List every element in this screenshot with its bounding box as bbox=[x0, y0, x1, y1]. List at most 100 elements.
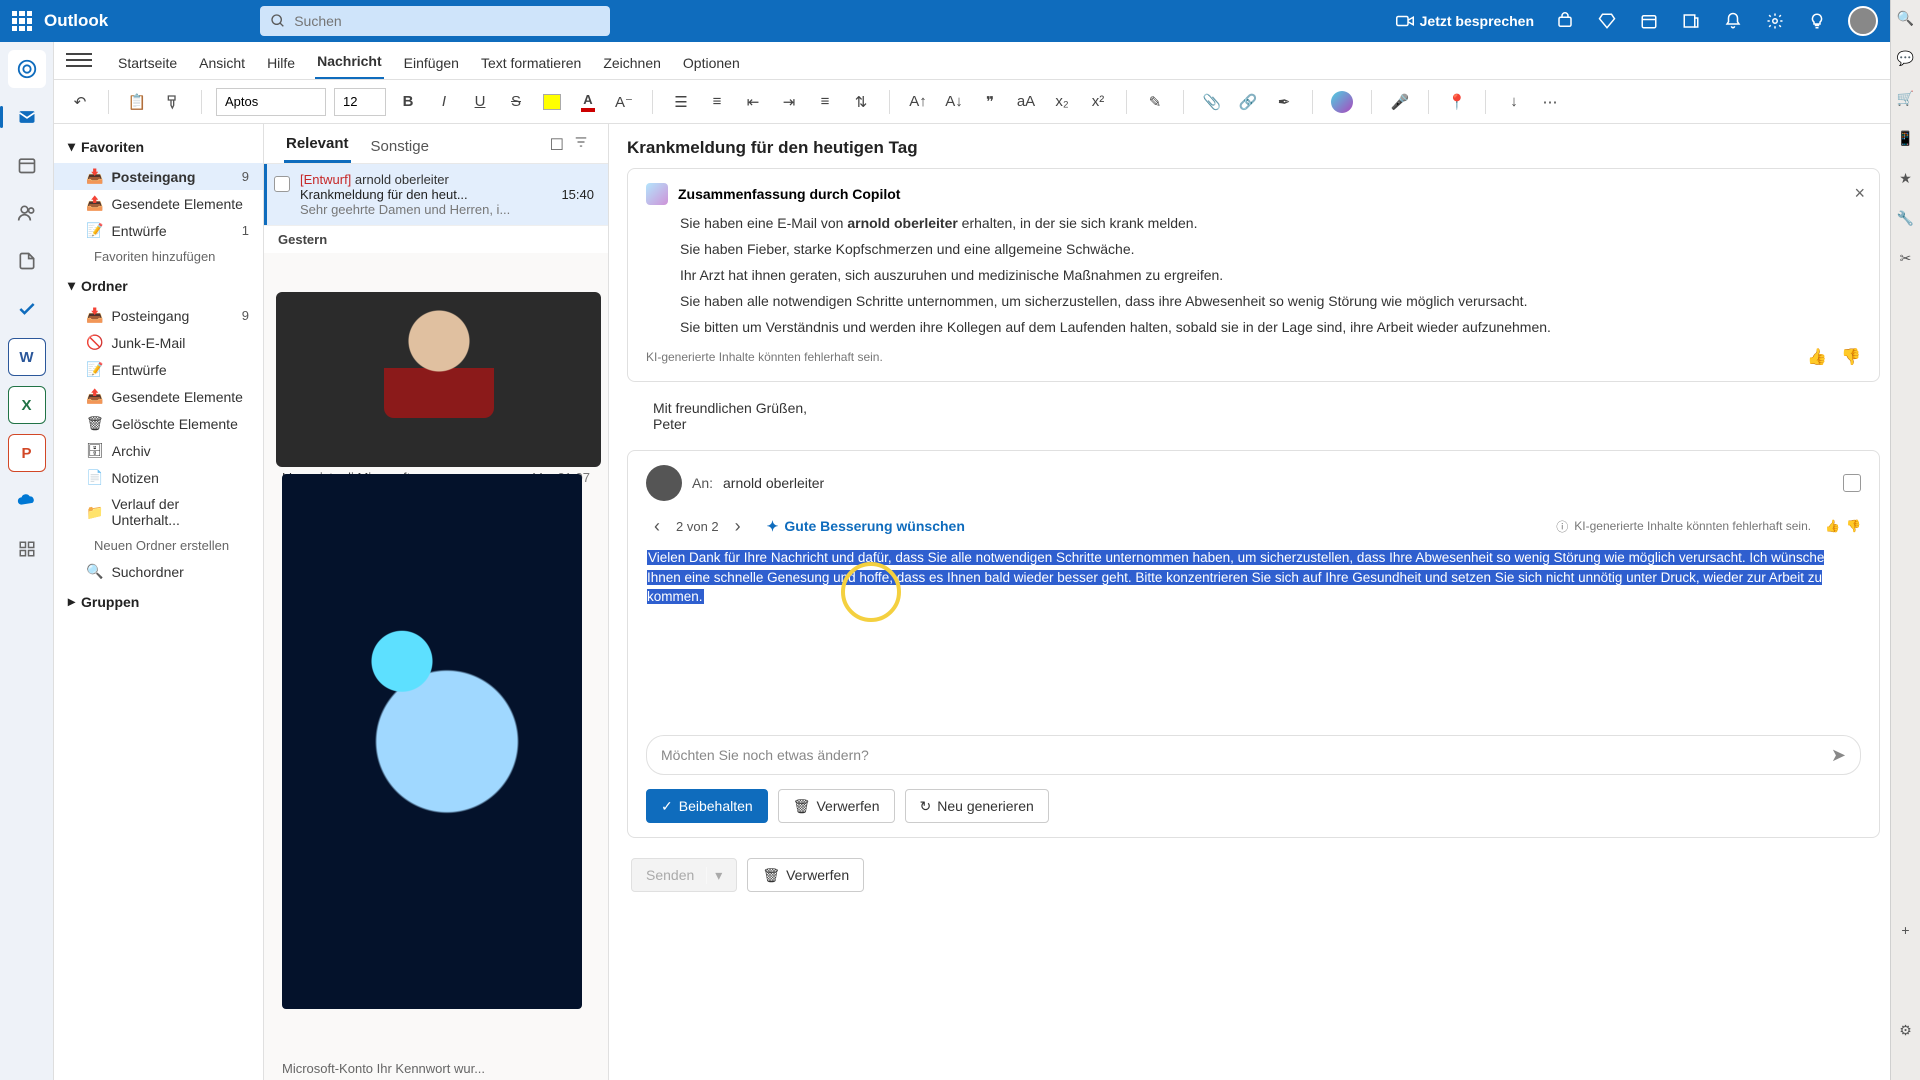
save-draft-button[interactable]: ↓ bbox=[1500, 88, 1528, 116]
thumbs-up-icon[interactable]: 👍 bbox=[1807, 347, 1827, 367]
bullets-button[interactable]: ☰ bbox=[667, 88, 695, 116]
nav-junk[interactable]: 🚫Junk-E-Mail bbox=[54, 329, 263, 356]
superscript-button[interactable]: x² bbox=[1084, 88, 1112, 116]
outdent-button[interactable]: ⇤ bbox=[739, 88, 767, 116]
rail-people-icon[interactable] bbox=[8, 194, 46, 232]
tag-icon[interactable] bbox=[1843, 474, 1861, 492]
focused-tab[interactable]: Relevant bbox=[284, 127, 351, 163]
browser-cart-icon[interactable]: 🛒 bbox=[1896, 88, 1916, 108]
browser-phone-icon[interactable]: 📱 bbox=[1896, 128, 1916, 148]
styles-button[interactable]: ✎ bbox=[1141, 88, 1169, 116]
rail-files-icon[interactable] bbox=[8, 242, 46, 280]
increase-font-button[interactable]: A↑ bbox=[904, 88, 932, 116]
regenerate-button[interactable]: ↻Neu generieren bbox=[905, 789, 1049, 823]
meet-now-button[interactable]: Jetzt besprechen bbox=[1396, 13, 1534, 29]
browser-settings-icon[interactable]: ⚙ bbox=[1896, 1020, 1916, 1040]
nav-sent-2[interactable]: 📤Gesendete Elemente bbox=[54, 383, 263, 410]
font-size-select[interactable]: 12 bbox=[334, 88, 386, 116]
tab-help[interactable]: Hilfe bbox=[265, 47, 297, 79]
browser-add-icon[interactable]: + bbox=[1896, 920, 1916, 940]
prev-suggestion-button[interactable]: ‹ bbox=[646, 515, 668, 537]
undo-button[interactable]: ↶ bbox=[66, 88, 94, 116]
font-color-button[interactable]: A bbox=[574, 88, 602, 116]
filter-icon[interactable] bbox=[574, 135, 588, 155]
settings-icon[interactable] bbox=[1764, 10, 1786, 32]
clear-format-button[interactable]: A⁻ bbox=[610, 88, 638, 116]
thumbs-up-icon[interactable]: 👍 bbox=[1825, 519, 1840, 533]
tab-message[interactable]: Nachricht bbox=[315, 45, 384, 79]
keep-button[interactable]: ✓Beibehalten bbox=[646, 789, 768, 823]
underline-button[interactable]: U bbox=[466, 88, 494, 116]
lightbulb-icon[interactable] bbox=[1806, 10, 1828, 32]
tab-format[interactable]: Text formatieren bbox=[479, 47, 583, 79]
rail-todo-icon[interactable] bbox=[8, 290, 46, 328]
discard-draft-button[interactable]: 🗑Verwerfen bbox=[747, 858, 864, 892]
rail-excel-icon[interactable]: X bbox=[8, 386, 46, 424]
bell-icon[interactable] bbox=[1722, 10, 1744, 32]
browser-chat-icon[interactable]: 💬 bbox=[1896, 48, 1916, 68]
message-checkbox[interactable] bbox=[274, 176, 290, 192]
dictate-button[interactable]: 🎤 bbox=[1386, 88, 1414, 116]
calendar-icon[interactable] bbox=[1638, 10, 1660, 32]
copilot-button[interactable] bbox=[1327, 88, 1357, 116]
nav-add-favorite[interactable]: Favoriten hinzufügen bbox=[54, 244, 263, 269]
message-item-1[interactable]: [Entwurf] arnold oberleiter Krankmeldung… bbox=[264, 164, 608, 226]
thumbs-down-icon[interactable]: 👎 bbox=[1846, 519, 1861, 533]
format-painter-button[interactable] bbox=[159, 88, 187, 116]
nav-inbox-2[interactable]: 📥Posteingang9 bbox=[54, 302, 263, 329]
nav-notes[interactable]: 📄Notizen bbox=[54, 464, 263, 491]
select-all-icon[interactable]: ☐ bbox=[550, 135, 564, 155]
link-button[interactable]: 🔗 bbox=[1234, 88, 1262, 116]
tab-view[interactable]: Ansicht bbox=[197, 47, 247, 79]
rail-home-icon[interactable] bbox=[8, 50, 46, 88]
app-launcher-icon[interactable] bbox=[12, 11, 32, 31]
align-button[interactable]: ≡ bbox=[811, 88, 839, 116]
signature-button[interactable]: ✒ bbox=[1270, 88, 1298, 116]
nav-new-folder[interactable]: Neuen Ordner erstellen bbox=[54, 533, 263, 558]
recipient-chip[interactable]: arnold oberleiter bbox=[723, 475, 824, 491]
nav-drafts-2[interactable]: 📝Entwürfe bbox=[54, 356, 263, 383]
bold-button[interactable]: B bbox=[394, 88, 422, 116]
rail-calendar-icon[interactable] bbox=[8, 146, 46, 184]
next-suggestion-button[interactable]: › bbox=[727, 515, 749, 537]
more-button[interactable]: ⋯ bbox=[1536, 88, 1564, 116]
font-name-select[interactable]: Aptos bbox=[216, 88, 326, 116]
tab-insert[interactable]: Einfügen bbox=[402, 47, 461, 79]
sensitivity-button[interactable]: 📍 bbox=[1443, 88, 1471, 116]
nav-history[interactable]: 📁Verlauf der Unterhalt... bbox=[54, 491, 263, 533]
numbering-button[interactable]: ≡ bbox=[703, 88, 731, 116]
generated-text-area[interactable]: Vielen Dank für Ihre Nachricht und dafür… bbox=[646, 547, 1861, 717]
rail-powerpoint-icon[interactable]: P bbox=[8, 434, 46, 472]
paste-button[interactable]: 📋 bbox=[123, 88, 151, 116]
rail-mail-icon[interactable] bbox=[8, 98, 46, 136]
strike-button[interactable]: S bbox=[502, 88, 530, 116]
tab-draw[interactable]: Zeichnen bbox=[601, 47, 663, 79]
nav-sent[interactable]: 📤Gesendete Elemente bbox=[54, 190, 263, 217]
change-case-button[interactable]: aA bbox=[1012, 88, 1040, 116]
nav-archive[interactable]: 🗄Archiv bbox=[54, 437, 263, 464]
italic-button[interactable]: I bbox=[430, 88, 458, 116]
user-avatar[interactable] bbox=[1848, 6, 1878, 36]
news-icon[interactable] bbox=[1680, 10, 1702, 32]
hamburger-icon[interactable] bbox=[66, 47, 92, 73]
suggestion-chip[interactable]: ✦ Gute Besserung wünschen bbox=[767, 518, 965, 535]
line-spacing-button[interactable]: ⇅ bbox=[847, 88, 875, 116]
indent-button[interactable]: ⇥ bbox=[775, 88, 803, 116]
groups-header[interactable]: ▸Gruppen bbox=[54, 585, 263, 618]
teams-icon[interactable] bbox=[1554, 10, 1576, 32]
other-tab[interactable]: Sonstige bbox=[369, 130, 431, 163]
send-refine-icon[interactable]: ➤ bbox=[1831, 745, 1846, 766]
subscript-button[interactable]: x₂ bbox=[1048, 88, 1076, 116]
browser-clip-icon[interactable]: ✂ bbox=[1896, 248, 1916, 268]
decrease-font-button[interactable]: A↓ bbox=[940, 88, 968, 116]
nav-inbox[interactable]: 📥Posteingang9 bbox=[54, 163, 263, 190]
search-box[interactable] bbox=[260, 6, 610, 36]
folders-header[interactable]: ▾Ordner bbox=[54, 269, 263, 302]
tab-options[interactable]: Optionen bbox=[681, 47, 742, 79]
rail-word-icon[interactable]: W bbox=[8, 338, 46, 376]
discard-button[interactable]: 🗑Verwerfen bbox=[778, 789, 895, 823]
quote-button[interactable]: ❞ bbox=[976, 88, 1004, 116]
rail-more-apps-icon[interactable] bbox=[8, 530, 46, 568]
browser-search-icon[interactable]: 🔍 bbox=[1896, 8, 1916, 28]
attach-button[interactable]: 📎 bbox=[1198, 88, 1226, 116]
